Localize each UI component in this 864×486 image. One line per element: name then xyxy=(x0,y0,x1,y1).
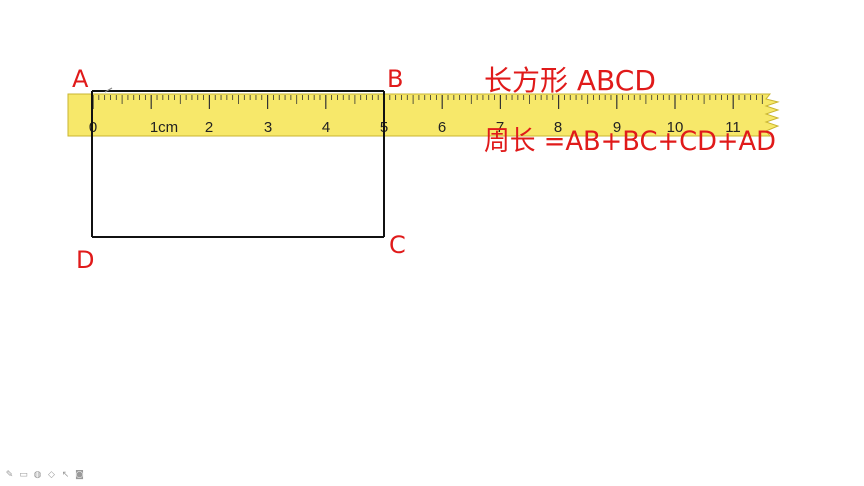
vertex-label-c: C xyxy=(389,231,406,259)
pointer-icon[interactable]: ↖ xyxy=(60,470,71,481)
drawing-canvas: 0 1cm 2 3 4 5 6 7 8 9 10 11 A B C D 长方形 … xyxy=(67,64,780,274)
note-perimeter-formula: 周长 =AB+BC+CD+AD xyxy=(484,126,776,157)
ruler-number-6: 6 xyxy=(438,119,446,136)
vertex-label-a: A xyxy=(72,65,89,93)
annotation-toolbar: ✎ ▭ ◍ ◇ ↖ ◙ xyxy=(4,468,85,482)
marker-icon[interactable]: ◍ xyxy=(32,470,43,481)
vertex-label-d: D xyxy=(76,246,94,274)
vertex-label-b: B xyxy=(387,65,403,93)
ruler-number-3: 3 xyxy=(264,119,272,136)
shape-icon[interactable]: ◇ xyxy=(46,470,57,481)
camera-icon[interactable]: ◙ xyxy=(74,470,85,481)
note-rectangle-name: 长方形 ABCD xyxy=(484,64,656,97)
ruler-unit-label: 1cm xyxy=(150,119,178,136)
eraser-icon[interactable]: ▭ xyxy=(18,470,29,481)
ruler-number-2: 2 xyxy=(205,119,213,136)
ruler-number-4: 4 xyxy=(322,119,330,136)
pen-icon[interactable]: ✎ xyxy=(4,470,15,481)
